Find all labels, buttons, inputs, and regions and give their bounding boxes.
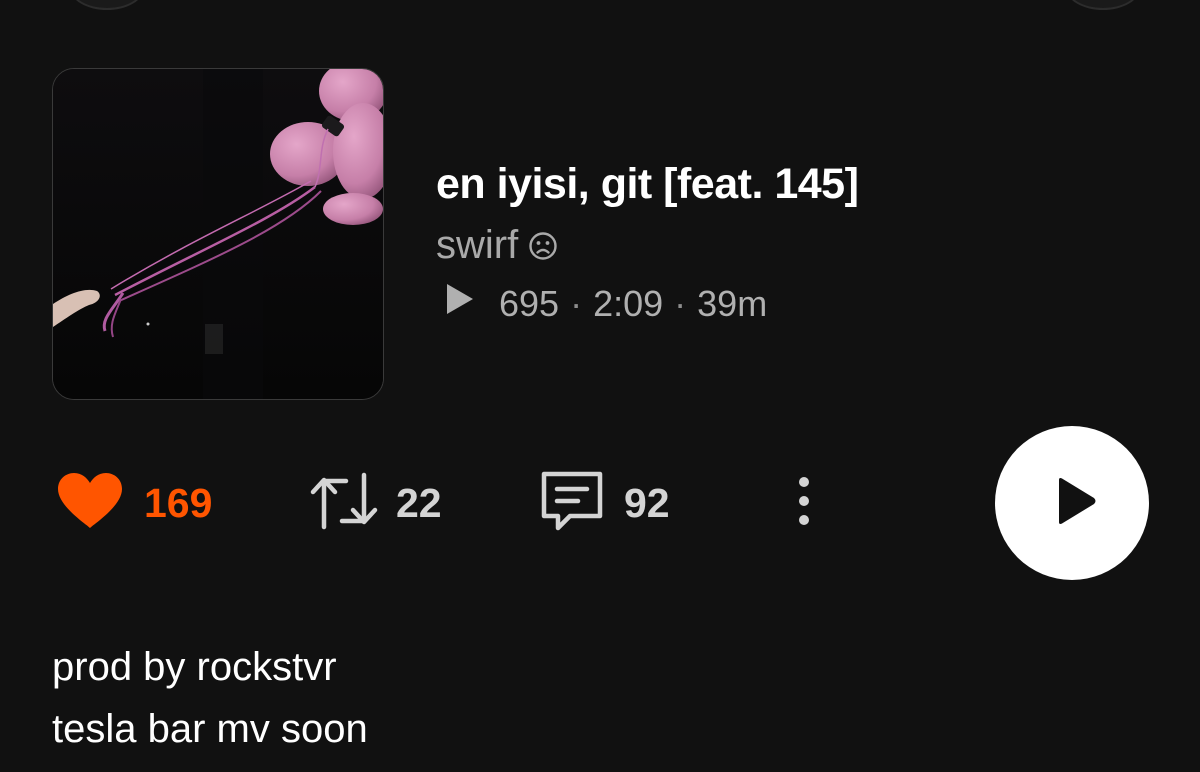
track-stats: 695 · 2:09 · 39m xyxy=(445,282,767,325)
comment-button[interactable]: 92 xyxy=(540,468,670,538)
track-actions: 169 22 92 xyxy=(56,468,856,538)
play-count: 695 xyxy=(499,282,560,324)
more-vertical-icon xyxy=(792,475,816,532)
heart-icon xyxy=(56,472,124,535)
stats-separator: · xyxy=(570,282,583,324)
top-right-control-partial[interactable] xyxy=(1066,0,1140,10)
track-duration: 2:09 xyxy=(593,282,664,324)
description-line: prod by rockstvr xyxy=(52,645,337,689)
comment-icon xyxy=(540,470,604,537)
artwork-image xyxy=(53,69,383,399)
stats-separator: · xyxy=(674,282,687,324)
repost-count: 22 xyxy=(396,479,442,526)
more-options-button[interactable] xyxy=(792,468,816,538)
frowning-face-icon xyxy=(528,231,558,261)
posted-time: 39m xyxy=(697,282,768,324)
track-description: prod by rockstvr tesla bar mv soon xyxy=(52,636,368,760)
repost-button[interactable]: 22 xyxy=(310,468,442,538)
comment-count: 92 xyxy=(624,479,670,526)
description-line: tesla bar mv soon xyxy=(52,707,368,751)
play-count-icon xyxy=(445,282,475,325)
repost-icon xyxy=(310,471,378,536)
track-artwork[interactable] xyxy=(52,68,384,400)
play-button[interactable] xyxy=(995,426,1149,580)
like-count: 169 xyxy=(144,479,213,526)
play-icon xyxy=(1046,476,1098,531)
artist-row[interactable]: swirf xyxy=(436,223,558,268)
top-left-control-partial[interactable] xyxy=(70,0,144,10)
artist-name[interactable]: swirf xyxy=(436,223,518,268)
track-title[interactable]: en iyisi, git [feat. 145] xyxy=(436,160,859,209)
like-button[interactable]: 169 xyxy=(56,468,212,538)
